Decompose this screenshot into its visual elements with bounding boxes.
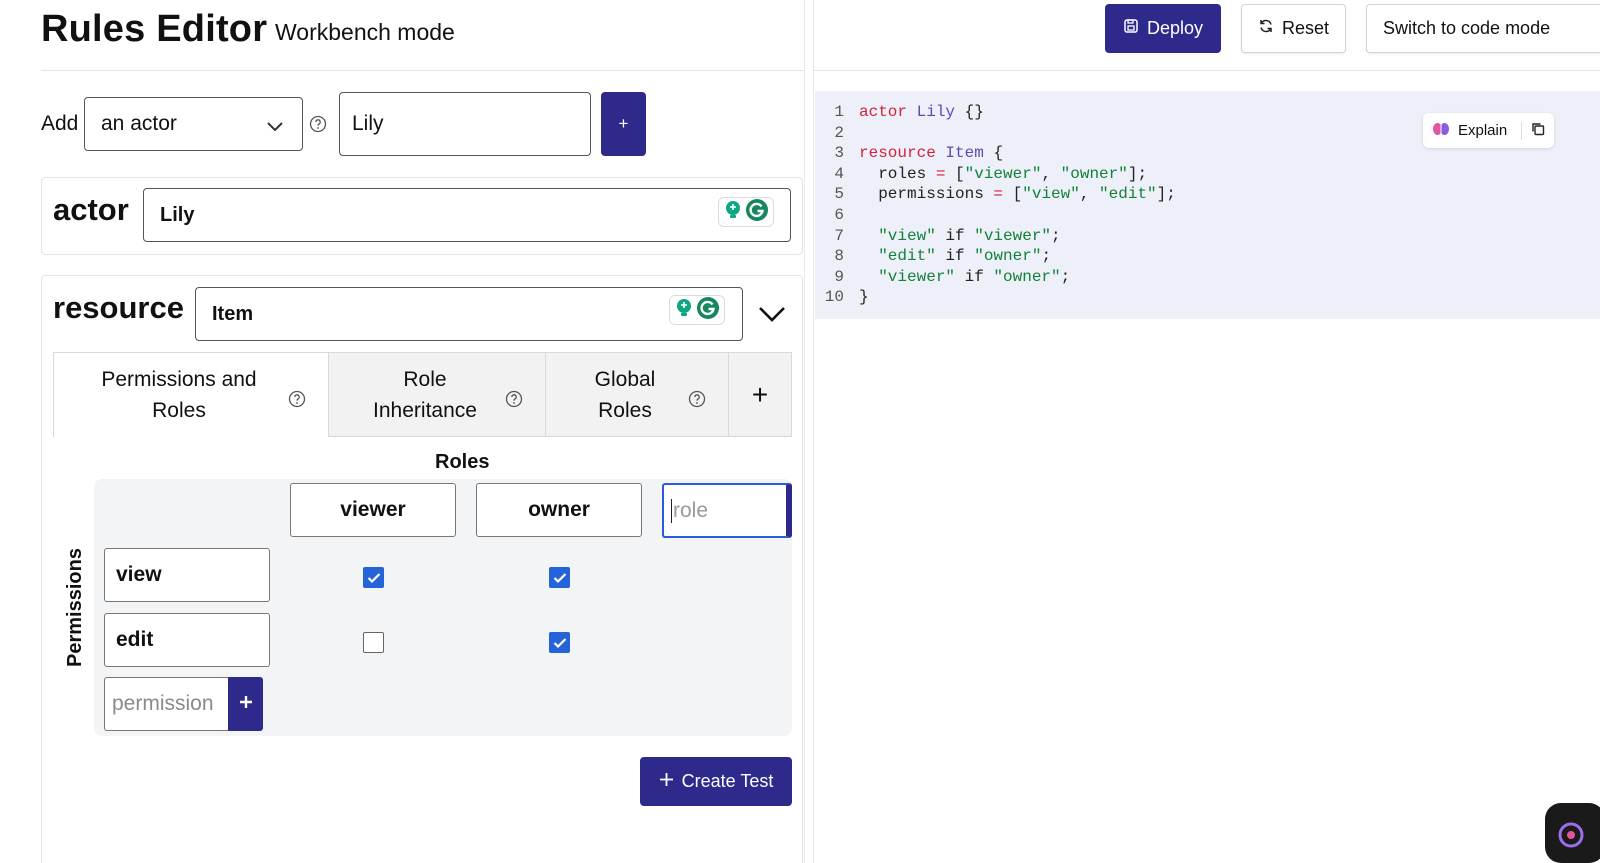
new-role-input[interactable]: role xyxy=(662,483,792,538)
copy-icon[interactable] xyxy=(1531,122,1545,140)
role-name: viewer xyxy=(340,498,406,521)
assistant-icon xyxy=(1545,822,1600,863)
mode-subtitle: Workbench mode xyxy=(275,19,455,45)
help-icon[interactable] xyxy=(309,115,327,138)
add-entity-button[interactable]: + xyxy=(601,92,646,156)
assistant-fab[interactable] xyxy=(1545,803,1600,863)
create-test-button[interactable]: Create Test xyxy=(640,757,792,806)
line-number: 2 xyxy=(834,123,844,142)
checkbox-view-owner[interactable] xyxy=(549,567,570,588)
tab-role-inheritance[interactable]: Role Inheritance xyxy=(329,352,546,437)
resource-heading: resource xyxy=(53,290,184,325)
line-number: 8 xyxy=(834,247,844,266)
permission-input-edit[interactable]: edit xyxy=(104,613,270,667)
add-tab-label: + xyxy=(751,379,769,410)
page-title: Rules Editor xyxy=(41,8,268,50)
explain-toolbar: Explain xyxy=(1423,113,1554,148)
switch-label: Switch to code mode xyxy=(1383,18,1551,38)
checkbox-view-viewer[interactable] xyxy=(363,567,384,588)
panel-divider-inner xyxy=(813,0,814,863)
code-preview: 1 actor Lily {} 2 3 resource Item { 4 role… xyxy=(822,102,1176,308)
line-number: 4 xyxy=(834,164,844,183)
grammarly-icon xyxy=(696,296,720,325)
lightbulb-icon xyxy=(724,200,742,225)
line-number: 1 xyxy=(834,103,844,121)
rules-editor-page: Rules Editor Workbench mode Deploy Reset… xyxy=(0,0,1600,863)
plus-icon xyxy=(239,695,253,714)
chevron-down-icon xyxy=(266,116,284,140)
entity-type-value: an actor xyxy=(101,112,177,135)
permission-name: edit xyxy=(116,628,154,651)
checkbox-edit-owner[interactable] xyxy=(549,632,570,653)
add-tab-button[interactable]: + xyxy=(729,352,792,437)
brain-icon xyxy=(1432,121,1450,141)
deploy-button[interactable]: Deploy xyxy=(1105,4,1221,53)
tab-label-line2: Inheritance xyxy=(373,398,477,422)
add-entity-label: + xyxy=(618,114,629,133)
resource-name-value: Item xyxy=(212,302,254,325)
reset-button[interactable]: Reset xyxy=(1241,4,1346,53)
entity-name-value: Lily xyxy=(352,112,384,135)
line-number: 3 xyxy=(834,144,844,163)
line-number: 6 xyxy=(834,205,844,224)
permission-input-view[interactable]: view xyxy=(104,548,270,602)
explain-button[interactable]: Explain xyxy=(1458,122,1507,139)
help-icon[interactable] xyxy=(688,386,706,417)
tab-permissions-and-roles[interactable]: Permissions and Roles xyxy=(53,352,329,437)
resource-tabs: Permissions and Roles Role Inheritance Glo… xyxy=(53,352,792,437)
new-permission-input[interactable]: permission xyxy=(104,677,229,731)
deploy-label: Deploy xyxy=(1146,18,1204,38)
text-caret xyxy=(671,498,672,523)
actor-heading: actor xyxy=(53,192,129,227)
checkbox-edit-viewer[interactable] xyxy=(363,632,384,653)
tab-label-line1: Role xyxy=(403,367,447,391)
line-number: 5 xyxy=(834,185,844,204)
save-icon xyxy=(1123,18,1139,39)
grammarly-icon xyxy=(745,198,769,227)
resource-name-input[interactable]: Item xyxy=(195,287,743,341)
create-test-label: Create Test xyxy=(681,771,774,791)
new-role-placeholder: role xyxy=(673,498,709,522)
toolbar-separator xyxy=(1521,121,1523,140)
panel-divider xyxy=(804,0,805,863)
line-number: 9 xyxy=(834,267,844,286)
tab-global-roles[interactable]: Global Roles xyxy=(546,352,729,437)
collapse-chevron-icon[interactable] xyxy=(757,304,787,329)
tab-label-line2: Roles xyxy=(598,398,652,422)
roles-title: Roles xyxy=(435,451,490,473)
actor-name-value: Lily xyxy=(160,203,195,226)
permission-name: view xyxy=(116,563,162,586)
switch-to-code-mode-button[interactable]: Switch to code mode xyxy=(1366,4,1600,53)
role-name: owner xyxy=(528,498,590,521)
new-permission-placeholder: permission xyxy=(112,692,214,715)
tab-label-line1: Permissions and xyxy=(101,368,257,391)
help-icon[interactable] xyxy=(288,386,306,417)
actor-name-input[interactable]: Lily xyxy=(143,188,791,242)
plus-icon xyxy=(659,771,674,792)
add-permission-button[interactable] xyxy=(228,677,263,731)
lightbulb-icon xyxy=(675,298,693,323)
grammarly-widget-resource[interactable] xyxy=(669,295,725,325)
add-label: Add xyxy=(41,112,79,135)
header-divider xyxy=(41,70,804,71)
role-input-owner[interactable]: owner xyxy=(476,483,642,537)
tab-label-line1: Global xyxy=(594,367,656,391)
line-number: 7 xyxy=(834,226,844,245)
permissions-title: Permissions xyxy=(64,548,86,667)
entity-type-select[interactable]: an actor xyxy=(84,97,303,151)
reset-label: Reset xyxy=(1281,18,1330,38)
entity-name-input[interactable]: Lily xyxy=(339,92,591,156)
tab-label-line2: Roles xyxy=(152,399,206,422)
role-input-viewer[interactable]: viewer xyxy=(290,483,456,537)
right-header-divider xyxy=(814,70,1600,71)
help-icon[interactable] xyxy=(505,386,523,417)
grammarly-widget[interactable] xyxy=(718,197,774,227)
refresh-icon xyxy=(1258,18,1274,39)
line-number: 10 xyxy=(824,288,844,307)
